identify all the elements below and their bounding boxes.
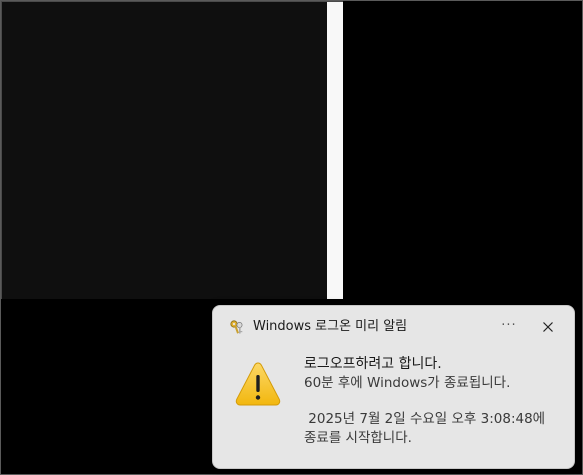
toast-title: 로그오프하려고 합니다. (304, 356, 442, 372)
toast-message-line2: 2025년 7월 2일 수요일 오후 3:08:48에 (304, 411, 546, 427)
notification-toast[interactable]: Windows 로그온 미리 알림 ··· 로그오프하려고 합니다. 60분 후… (212, 305, 575, 469)
keys-icon (229, 319, 245, 335)
background-window-scrollbar[interactable] (327, 2, 343, 299)
toast-message-line1: 60분 후에 Windows가 종료됩니다. (304, 375, 511, 391)
background-window[interactable] (1, 1, 343, 299)
background-window-content (2, 2, 327, 299)
toast-message-line3: 종료를 시작합니다. (304, 430, 412, 446)
toast-header: Windows 로그온 미리 알림 ··· (213, 306, 574, 348)
more-options-button[interactable]: ··· (494, 315, 524, 341)
toast-body: 로그오프하려고 합니다. 60분 후에 Windows가 종료됩니다. 2025… (304, 354, 569, 448)
warning-icon (234, 360, 282, 408)
app-name: Windows 로그온 미리 알림 (253, 319, 408, 334)
close-button[interactable] (533, 315, 563, 341)
close-icon (543, 322, 553, 332)
